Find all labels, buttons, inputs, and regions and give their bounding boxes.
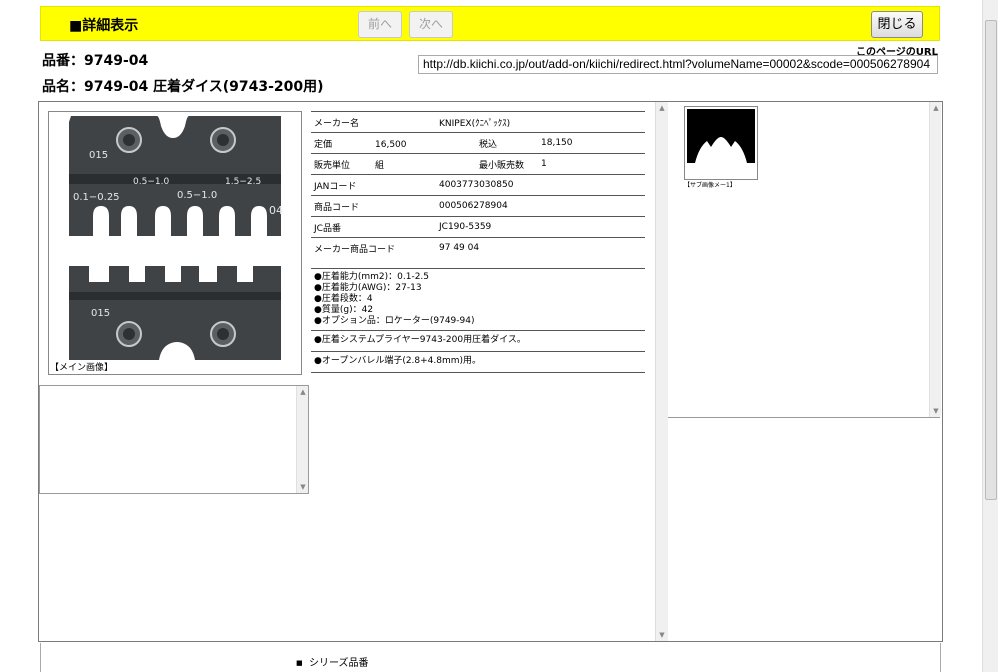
maker-code-label: メーカー商品コード (314, 244, 396, 255)
series-list-item[interactable]: ■ シリーズ品番 (296, 654, 368, 669)
spec-item: ●質量(g)：42 (314, 305, 374, 315)
main-image-caption: 【メイン画像】 (49, 360, 115, 373)
spec-item: ●圧着能力(mm2)：0.1-2.5 (314, 272, 430, 282)
min-label: 最小販売数 (476, 153, 538, 175)
table-row: JANコード 4003773030850 (311, 174, 645, 196)
code-value: 000506278904 (436, 195, 645, 217)
sub-image-thumbnail[interactable] (684, 106, 758, 180)
sub-image-scrollbar[interactable]: ▲ ▼ (929, 102, 941, 417)
scroll-down-icon[interactable]: ▼ (656, 629, 668, 641)
min-value: 1 (538, 153, 645, 175)
die-label-bottom-code: 015 (91, 308, 110, 319)
scroll-down-icon[interactable]: ▼ (930, 405, 942, 417)
table-row: JC品番 JC190-5359 (311, 216, 645, 238)
crimp-die-image: 015 0.5−1.0 1.5−2.5 0.1−0.25 0.5−1.0 04 … (69, 116, 283, 360)
bullet-icon: ■ (296, 659, 303, 667)
page-scrollbar-thumb[interactable] (985, 20, 997, 500)
description-item: ●圧着システムプライヤー9743-200用圧着ダイス。 (311, 331, 645, 352)
jan-label: JANコード (311, 174, 436, 196)
table-row: 定価 16,500 税込 18,150 (311, 132, 645, 154)
die-label-top-code: 015 (89, 150, 108, 161)
unit-label: 販売単位 (314, 160, 351, 171)
series-item-label: シリーズ品番 (308, 658, 369, 669)
prev-button[interactable]: 前へ (358, 11, 402, 38)
page-title: ■詳細表示 (69, 18, 139, 34)
die-label-size-c: 0.1−0.25 (73, 192, 120, 203)
table-row: 販売単位 組 最小販売数 1 (311, 153, 645, 175)
detail-scrollbar[interactable]: ▲ ▼ (655, 102, 668, 641)
table-row: 商品コード 000506278904 (311, 195, 645, 217)
jc-label: JC品番 (311, 216, 436, 238)
sub-image-caption: 【サブ画像メー1】 (684, 182, 736, 189)
table-row: メーカー商品コード 97 49 04 (311, 238, 645, 259)
next-button[interactable]: 次へ (409, 11, 453, 38)
description-item: ●オープンバレル端子(2.8+4.8mm)用。 (311, 352, 645, 373)
table-row: メーカー名 KNIPEX(ｸﾆﾍﾟｯｸｽ) (311, 111, 645, 133)
page-url-field[interactable]: http://db.kiichi.co.jp/out/add-on/kiichi… (418, 55, 938, 74)
crimp-profile-icon (687, 109, 755, 163)
unit-value: 組 (375, 160, 385, 171)
image-list-scrollbar[interactable]: ▲ ▼ (296, 386, 308, 493)
spec-item: ●圧着段数：4 (314, 294, 373, 304)
image-list-box: ▲ ▼ (39, 385, 309, 494)
die-label-size-b: 1.5−2.5 (225, 177, 261, 187)
maker-code-value: 97 49 04 (439, 243, 480, 254)
spec-block: ●圧着能力(mm2)：0.1-2.5 ●圧着能力(AWG)：27-13 ●圧着段… (311, 268, 645, 373)
spec-item: ●オプション品：ロケーター(9749-94) (314, 316, 475, 326)
maker-label: メーカー名 (311, 111, 436, 133)
die-label-size-a: 0.5−1.0 (133, 177, 169, 187)
product-number: 品番：9749-04 (42, 53, 149, 69)
maker-value: KNIPEX(ｸﾆﾍﾟｯｸｽ) (436, 111, 645, 133)
scroll-up-icon[interactable]: ▲ (297, 386, 309, 398)
header-bar: ■詳細表示 前へ 次へ 閉じる (40, 6, 940, 41)
code-label: 商品コード (311, 195, 436, 217)
tax-value: 18,150 (538, 132, 645, 154)
product-info-table: メーカー名 KNIPEX(ｸﾆﾍﾟｯｸｽ) 定価 16,500 税込 18,150… (311, 111, 645, 259)
scroll-up-icon[interactable]: ▲ (656, 102, 668, 114)
die-label-size-d: 0.5−1.0 (177, 190, 217, 201)
close-button[interactable]: 閉じる (871, 11, 923, 38)
price-label: 定価 (314, 139, 333, 150)
tax-label: 税込 (476, 132, 538, 154)
jan-value: 4003773030850 (436, 174, 645, 196)
scroll-down-icon[interactable]: ▼ (297, 481, 309, 493)
product-name: 品名：9749-04 圧着ダイス(9743-200用) (42, 79, 324, 95)
page-scrollbar[interactable] (982, 0, 998, 672)
scroll-up-icon[interactable]: ▲ (930, 102, 942, 114)
spec-item: ●圧着能力(AWG)：27-13 (314, 283, 422, 293)
series-box (40, 643, 941, 672)
die-label-part-no: 04 (269, 204, 283, 217)
price-value: 16,500 (375, 139, 407, 150)
jc-value: JC190-5359 (436, 216, 645, 238)
main-image[interactable]: 015 0.5−1.0 1.5−2.5 0.1−0.25 0.5−1.0 04 … (48, 111, 302, 375)
spec-list: ●圧着能力(mm2)：0.1-2.5 ●圧着能力(AWG)：27-13 ●圧着段… (311, 269, 645, 331)
